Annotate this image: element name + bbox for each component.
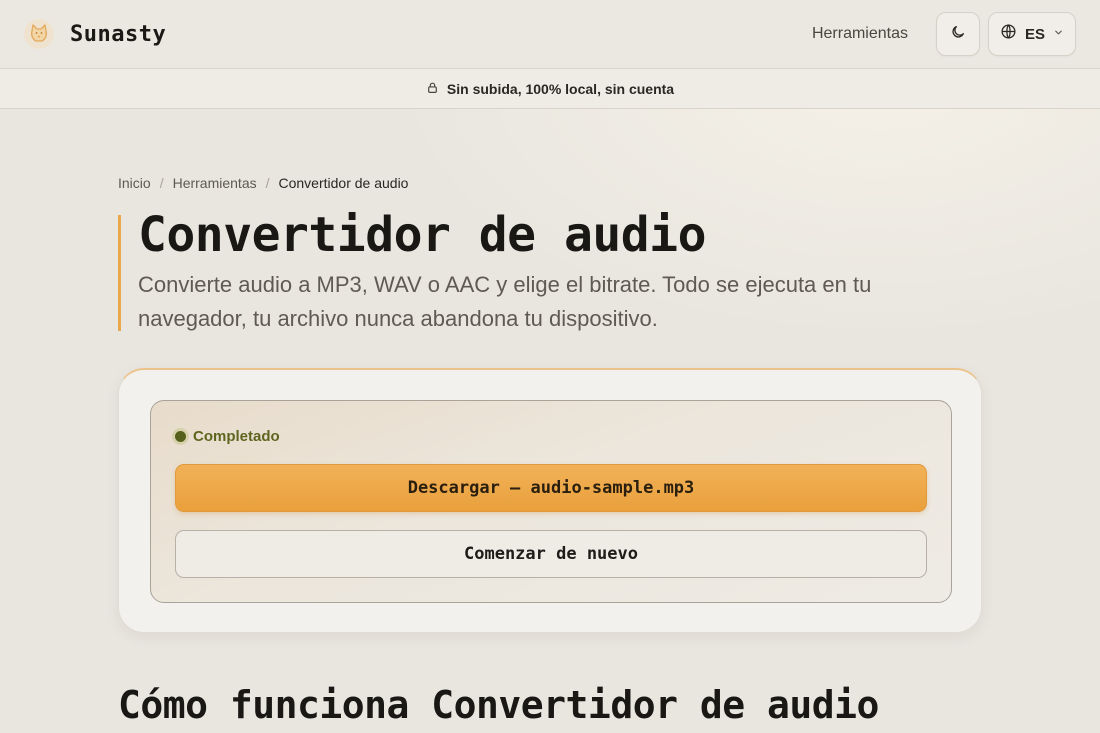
brand-name: Sunasty	[70, 21, 167, 47]
language-label: ES	[1024, 25, 1045, 43]
status-badge: Completado	[175, 428, 280, 445]
breadcrumb-tools[interactable]: Herramientas	[173, 175, 257, 191]
site-header: Sunasty Herramientas ES	[0, 0, 1100, 68]
converter-card: Completado Descargar — audio-sample.mp3 …	[118, 368, 982, 633]
privacy-notice-bar: Sin subida, 100% local, sin cuenta	[0, 68, 1100, 109]
header-nav: Herramientas ES	[812, 12, 1076, 56]
nav-tools-link[interactable]: Herramientas	[812, 25, 928, 43]
chevron-down-icon	[1053, 25, 1064, 43]
globe-icon	[1000, 23, 1017, 45]
breadcrumb-home[interactable]: Inicio	[118, 175, 151, 191]
cat-logo-icon	[24, 19, 54, 49]
breadcrumb-separator: /	[159, 175, 164, 191]
theme-toggle-button[interactable]	[936, 12, 980, 56]
status-label: Completado	[193, 428, 280, 445]
how-it-works-heading: Cómo funciona Convertidor de audio	[118, 683, 879, 727]
privacy-notice-text: Sin subida, 100% local, sin cuenta	[446, 80, 675, 97]
lock-icon	[426, 81, 439, 97]
breadcrumb-current: Convertidor de audio	[278, 175, 409, 191]
download-button[interactable]: Descargar — audio-sample.mp3	[175, 464, 927, 512]
status-dot-icon	[175, 431, 186, 442]
breadcrumb: Inicio / Herramientas / Convertidor de a…	[118, 175, 408, 191]
result-panel: Completado Descargar — audio-sample.mp3 …	[150, 400, 952, 603]
moon-icon	[950, 24, 966, 45]
start-over-button[interactable]: Comenzar de nuevo	[175, 530, 927, 578]
language-selector[interactable]: ES	[988, 12, 1076, 56]
breadcrumb-separator: /	[265, 175, 270, 191]
page-title: Convertidor de audio	[138, 207, 706, 263]
hero-section: Convertidor de audio Convierte audio a M…	[118, 207, 918, 331]
brand-link[interactable]: Sunasty	[24, 19, 166, 49]
page-description: Convierte audio a MP3, WAV o AAC y elige…	[138, 272, 872, 331]
